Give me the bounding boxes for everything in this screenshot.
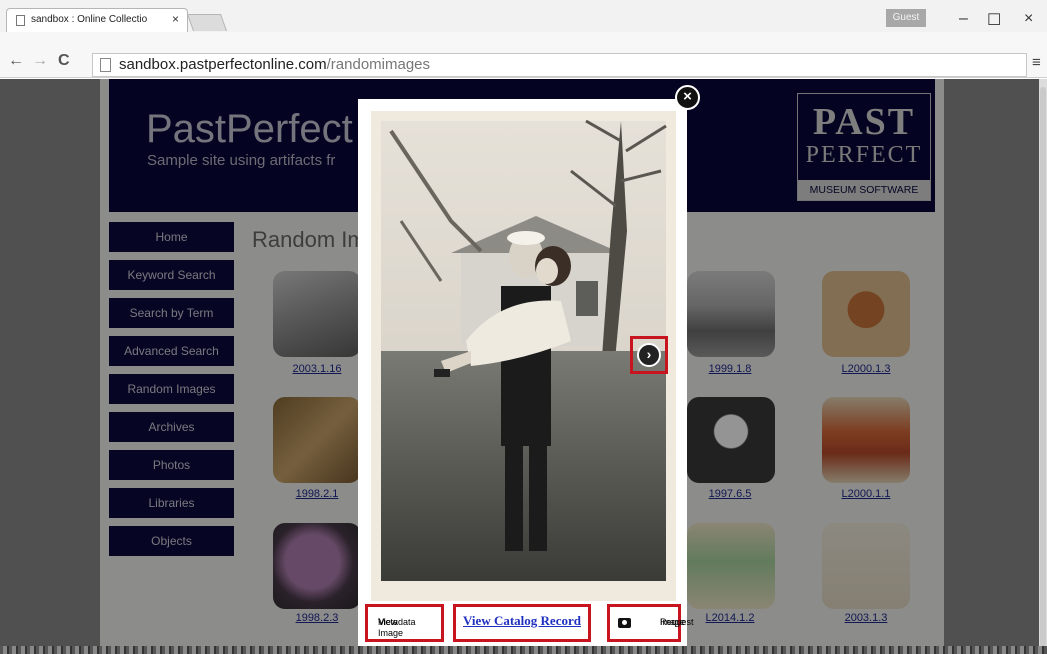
reload-button[interactable]: C (58, 52, 70, 70)
lightbox-close-button[interactable]: × (675, 85, 700, 110)
tab-close-button[interactable]: × (172, 12, 179, 26)
view-catalog-record-label: View Catalog Record (463, 613, 581, 628)
vertical-scrollbar[interactable] (1039, 79, 1047, 654)
view-image-metadata-button[interactable]: View Image Metadata (365, 604, 444, 642)
status-strip (0, 646, 1047, 654)
address-bar[interactable]: sandbox.pastperfectonline.com/randomimag… (92, 53, 1027, 77)
camera-icon (618, 618, 631, 628)
browser-tab[interactable]: sandbox : Online Collectio × (6, 8, 188, 32)
page-viewport: PastPerfect M Sample site using artifact… (0, 79, 1047, 654)
view-catalog-record-link[interactable]: View Catalog Record (453, 604, 591, 642)
chevron-right-icon: › (646, 346, 652, 362)
tab-title: sandbox : Online Collectio (31, 14, 148, 25)
forward-button[interactable]: → (32, 52, 48, 70)
minimize-button[interactable]: – (959, 10, 968, 28)
url-host: sandbox.pastperfectonline.com (119, 56, 327, 73)
window-close-button[interactable]: × (1024, 10, 1033, 28)
back-button[interactable]: ← (8, 52, 24, 70)
new-tab-button[interactable] (186, 14, 228, 31)
metadata-line-2: Metadata (378, 617, 416, 627)
url-path: /randomimages (326, 56, 431, 73)
request-line-2: Image (660, 617, 686, 627)
document-icon (16, 15, 25, 26)
menu-icon[interactable]: ≡ (1032, 54, 1041, 71)
close-icon: × (683, 88, 692, 105)
scrollbar-thumb[interactable] (1040, 87, 1046, 647)
browser-titlebar: sandbox : Online Collectio × Guest – ☐ × (0, 0, 1047, 32)
maximize-button[interactable]: ☐ (987, 10, 1001, 30)
image-lightbox (358, 99, 687, 654)
guest-profile-badge[interactable]: Guest (886, 9, 926, 27)
request-image-button[interactable]: Request Image (607, 604, 694, 642)
lightbox-next-button[interactable]: › (637, 343, 661, 367)
page-icon (100, 58, 111, 72)
url-text: sandbox.pastperfectonline.com/randomimag… (119, 56, 430, 73)
